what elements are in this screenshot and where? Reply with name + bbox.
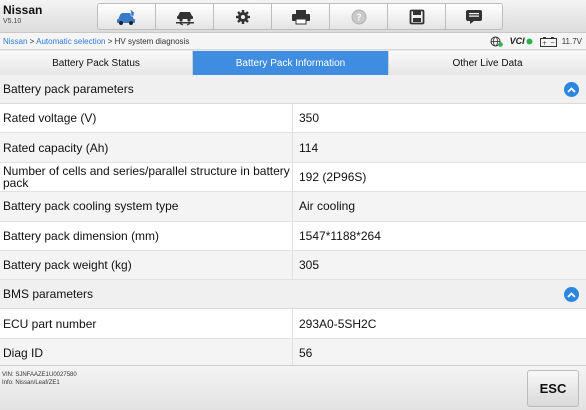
top-toolbar: Nissan V5.10 ? [0, 0, 586, 33]
vci-label: VCI [509, 36, 525, 46]
breadcrumb: Nissan > Automatic selection > HV system… [0, 33, 586, 50]
print-button[interactable] [271, 3, 329, 30]
app-brand: Nissan V5.10 [3, 3, 42, 25]
vin-text: VIN: SJNFAAZE1U0027580 [2, 372, 77, 378]
vehicle-info: VIN: SJNFAAZE1U0027580 Info: Nissan/Leaf… [2, 371, 77, 387]
battery-voltage: 11.7V [561, 37, 582, 46]
app-title: Nissan [3, 3, 43, 17]
battery-icon: + − [539, 36, 557, 47]
row-value: 293A0-5SH2C [299, 316, 377, 331]
footer-bar: VIN: SJNFAAZE1U0027580 Info: Nissan/Leaf… [0, 365, 586, 410]
tab-battery-pack-status[interactable]: Battery Pack Status [0, 51, 193, 75]
vehicle-lift-icon [175, 11, 194, 26]
info-table: Battery pack parameters Rated voltage (V… [0, 75, 586, 365]
table-row: Rated capacity (Ah) 114 [0, 133, 586, 163]
help-button[interactable]: ? [329, 3, 387, 30]
breadcrumb-item-selection[interactable]: Automatic selection [36, 37, 105, 46]
message-button[interactable] [445, 3, 503, 30]
breadcrumb-item-make[interactable]: Nissan [3, 37, 27, 46]
connected-dot-icon [526, 38, 533, 45]
row-label: Battery pack cooling system type [0, 192, 293, 221]
chevron-up-icon [567, 292, 576, 298]
row-value: 192 (2P96S) [299, 169, 367, 184]
gear-icon [235, 9, 250, 24]
row-label: Number of cells and series/parallel stru… [0, 162, 293, 192]
vehicle-lift-button[interactable] [155, 3, 213, 30]
globe-icon [490, 36, 503, 47]
section-title: BMS parameters [3, 287, 94, 302]
table-row: Battery pack dimension (mm) 1547*1188*26… [0, 221, 586, 251]
row-label: Rated capacity (Ah) [0, 133, 293, 162]
row-value: Air cooling [299, 199, 356, 214]
row-value: 56 [299, 345, 313, 360]
row-label: Battery pack dimension (mm) [0, 221, 293, 250]
settings-button[interactable] [213, 3, 271, 30]
status-indicators: VCI + − 11.7V [490, 33, 582, 50]
table-row: Number of cells and series/parallel stru… [0, 162, 586, 193]
table-row: ECU part number 293A0-5SH2C [0, 309, 586, 339]
help-icon: ? [351, 9, 366, 24]
chevron-up-icon [567, 86, 576, 93]
svg-text:−: − [550, 39, 555, 46]
toolbar-buttons: ? [97, 3, 503, 30]
tab-battery-pack-information[interactable]: Battery Pack Information [193, 51, 389, 75]
table-row: Battery pack cooling system type Air coo… [0, 192, 586, 222]
home-button[interactable] [97, 3, 155, 30]
svg-text:+: + [542, 40, 547, 47]
row-value: 1547*1188*264 [299, 228, 381, 243]
vehicle-info-text: Info: Nissan/Leaf/ZE1 [2, 380, 60, 386]
row-value: 305 [299, 258, 320, 273]
section-header-battery-pack: Battery pack parameters [0, 75, 586, 104]
row-value: 114 [299, 140, 319, 155]
row-label: Battery pack weight (kg) [0, 250, 293, 280]
collapse-button[interactable] [564, 287, 579, 303]
battery-status: + − 11.7V [539, 33, 582, 50]
breadcrumb-current: > HV system diagnosis [105, 37, 190, 46]
section-rows-bms: ECU part number 293A0-5SH2C Diag ID 56 [0, 309, 586, 365]
section-header-bms: BMS parameters [0, 280, 586, 310]
row-label: ECU part number [0, 309, 293, 338]
section-rows-battery-pack: Rated voltage (V) 350 Rated capacity (Ah… [0, 104, 586, 281]
table-row: Battery pack weight (kg) 305 [0, 250, 586, 281]
car-home-icon [116, 7, 136, 25]
tab-bar: Battery Pack Status Battery Pack Informa… [0, 51, 586, 75]
save-button[interactable] [387, 3, 445, 30]
svg-text:?: ? [356, 12, 362, 23]
vci-status: VCI [510, 33, 533, 50]
esc-button[interactable]: ESC [527, 370, 579, 407]
message-icon [466, 9, 482, 24]
app-version: V5.10 [3, 18, 22, 25]
collapse-button[interactable] [564, 82, 579, 97]
breadcrumb-separator: > [27, 37, 37, 46]
printer-icon [291, 9, 310, 24]
row-label: Rated voltage (V) [0, 104, 293, 133]
row-value: 350 [299, 111, 320, 126]
table-row: Diag ID 56 [0, 338, 586, 365]
section-title: Battery pack parameters [3, 82, 134, 96]
save-icon [409, 9, 424, 24]
tab-other-live-data[interactable]: Other Live Data [389, 51, 586, 75]
row-label: Diag ID [0, 338, 293, 365]
table-row: Rated voltage (V) 350 [0, 104, 586, 134]
